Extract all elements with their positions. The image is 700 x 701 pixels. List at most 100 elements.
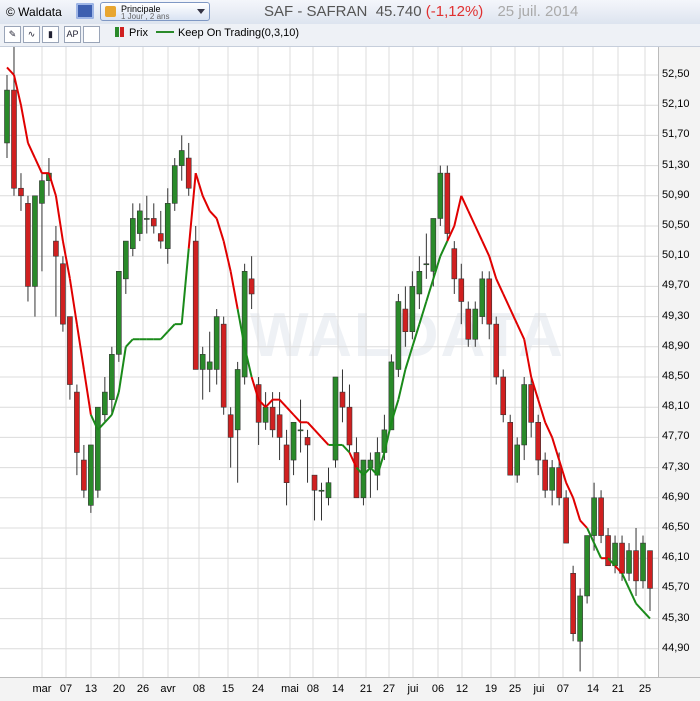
y-tick-label: 46,10	[662, 551, 690, 564]
candle-body	[339, 391, 346, 408]
indicator-segment	[82, 369, 92, 415]
candle-body	[360, 459, 367, 499]
x-tick-label: 07	[556, 683, 570, 695]
candle-body	[185, 157, 192, 189]
candle-body	[276, 414, 283, 438]
indicator-segment	[425, 278, 435, 302]
candle-body	[88, 444, 94, 506]
x-tick-label: mai	[281, 683, 299, 695]
candle-body	[493, 323, 500, 378]
indicator-segment	[467, 210, 477, 227]
candle-body	[4, 89, 10, 144]
x-tick-label: mar	[32, 683, 52, 695]
y-tick-label: 49,70	[662, 279, 690, 292]
candle-body	[465, 308, 472, 340]
candle-body	[213, 316, 220, 370]
candle-body	[74, 391, 80, 453]
x-tick-label: 08	[306, 683, 320, 695]
tools-icon[interactable]: ✎	[4, 26, 21, 43]
candle-body	[283, 444, 290, 484]
candle-body	[81, 459, 87, 491]
line-chart-icon[interactable]: ∿	[23, 26, 40, 43]
x-tick-label: 14	[586, 683, 600, 695]
x-tick-label: avr	[160, 683, 176, 695]
blank-icon[interactable]	[83, 26, 100, 43]
x-tick-label: jui	[533, 683, 545, 695]
indicator-segment	[593, 542, 602, 559]
candle-body	[458, 278, 465, 302]
ap-icon[interactable]: AP	[64, 26, 81, 43]
candle-body	[423, 263, 430, 266]
symbol-name: SAF - SAFRAN	[264, 3, 368, 20]
y-tick-label: 45,30	[662, 611, 690, 624]
candle-body	[626, 550, 632, 574]
candle-body	[116, 271, 122, 355]
candle-body	[290, 421, 297, 461]
candle-up-swatch	[115, 27, 119, 37]
candle-body	[206, 361, 213, 370]
indicator-segment	[201, 195, 211, 212]
x-tick-label: 14	[331, 683, 345, 695]
chart-legend: Prix Keep On Trading(0,3,10)	[115, 27, 299, 39]
candle-body	[136, 210, 143, 234]
indicator-segment	[572, 497, 582, 521]
y-tick-label: 50,90	[662, 188, 690, 201]
candle-chart-icon[interactable]: ▮	[42, 26, 59, 43]
indicator-segment	[313, 429, 323, 439]
x-tick-label: 15	[221, 683, 235, 695]
candle-body	[157, 233, 164, 242]
candle-body	[640, 542, 646, 582]
indicator-segment	[47, 172, 57, 197]
y-tick-label: 48,90	[662, 339, 690, 352]
indicator-segment	[635, 602, 644, 612]
book-icon[interactable]	[76, 3, 94, 19]
y-tick-label: 48,50	[662, 370, 690, 382]
candle-body	[332, 376, 339, 461]
toolbar: ✎ ∿ ▮ AP	[0, 24, 700, 47]
candle-body	[150, 218, 157, 227]
candle-body	[311, 474, 318, 491]
candle-body	[11, 89, 17, 189]
indicator-segment	[19, 105, 29, 144]
candle-body	[619, 542, 625, 574]
candle-body	[67, 316, 73, 385]
candle-body	[255, 384, 262, 423]
x-tick-label: 13	[84, 683, 98, 695]
x-tick-label: 20	[112, 683, 126, 695]
y-tick-label: 52,10	[662, 98, 690, 111]
candle-body	[60, 263, 66, 325]
candle-body	[395, 301, 402, 370]
candle-body	[451, 248, 458, 280]
preset-period: 1 Jour , 2 ans	[121, 12, 170, 21]
legend-indicator: Keep On Trading(0,3,10)	[177, 27, 300, 39]
candle-body	[297, 429, 304, 432]
candle-body	[591, 497, 597, 536]
indicator-segment	[208, 210, 218, 220]
indicator-segment	[474, 225, 484, 242]
candle-body	[39, 180, 45, 204]
y-tick-label: 49,30	[662, 309, 690, 322]
x-tick-label: jui	[407, 683, 419, 695]
candle-body	[234, 369, 241, 431]
candle-body	[325, 482, 332, 499]
indicator-segment	[167, 323, 176, 333]
preset-selector[interactable]: Principale 1 Jour , 2 ans	[100, 2, 210, 21]
indicator-segment	[125, 338, 134, 348]
candle-body	[570, 572, 576, 634]
indicator-segment	[215, 218, 225, 242]
candle-body	[178, 150, 185, 166]
price-chart	[0, 47, 658, 677]
candle-body	[556, 467, 562, 499]
candle-body	[109, 354, 115, 400]
x-axis: mar 07 13 20 26 avr 08 15 24 mai 08 14 21 27 jui 06 12 19…	[0, 677, 700, 701]
indicator-segment	[292, 414, 302, 423]
candle-body	[353, 452, 360, 499]
indicator-segment	[397, 369, 407, 400]
y-tick-label: 44,90	[662, 641, 690, 654]
y-tick-label: 46,50	[662, 521, 690, 533]
candle-body	[143, 218, 150, 220]
indicator-segment	[544, 421, 554, 438]
x-tick-label: 26	[136, 683, 150, 695]
chevron-down-icon	[197, 9, 205, 14]
candle-body	[32, 195, 38, 287]
